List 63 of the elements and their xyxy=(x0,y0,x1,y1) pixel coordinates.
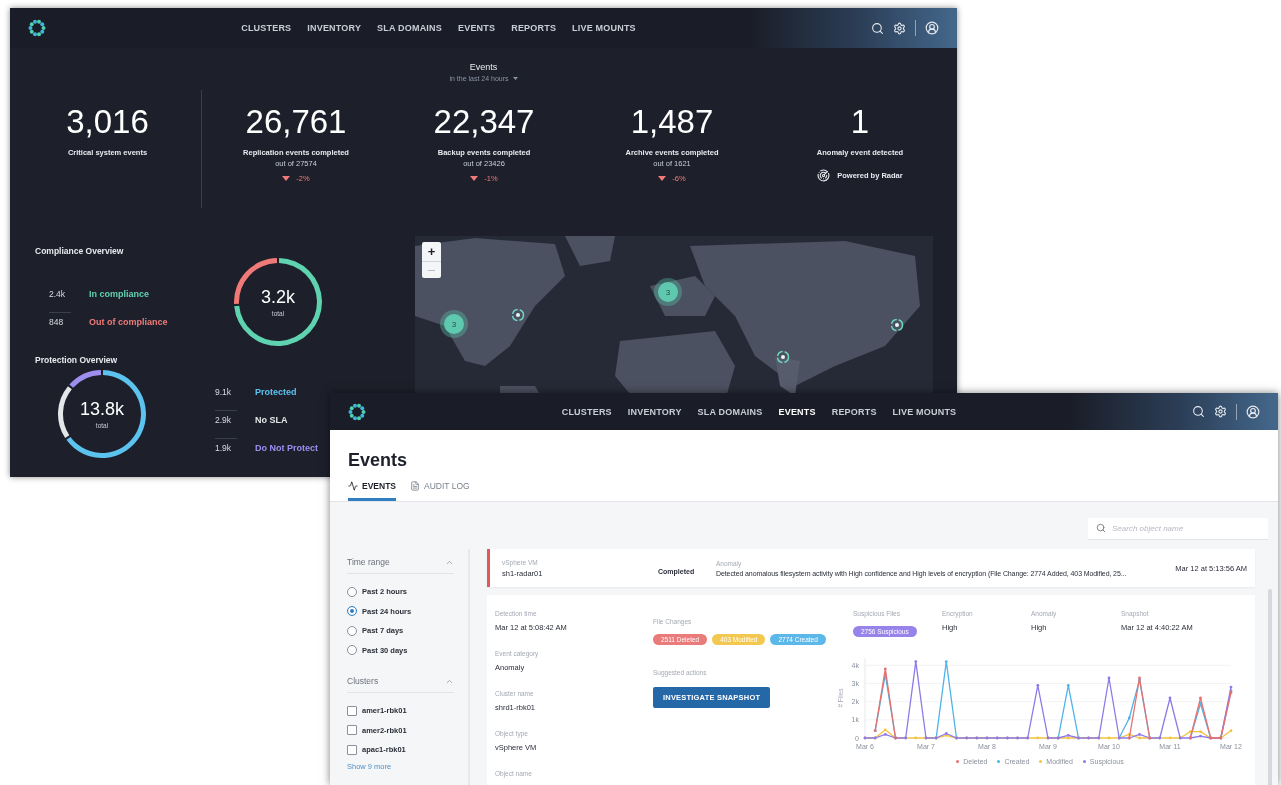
radio-button[interactable] xyxy=(347,645,357,656)
trend-down-icon xyxy=(470,176,479,181)
nav-link[interactable]: INVENTORY xyxy=(627,406,682,417)
nav-link[interactable]: REPORTS xyxy=(511,23,557,33)
nav-link[interactable]: CLUSTERS xyxy=(561,406,612,417)
legend-label: Do Not Protect xyxy=(255,442,318,453)
checkbox[interactable] xyxy=(347,744,357,755)
legend-label: Out of compliance xyxy=(89,316,168,327)
user-icon[interactable] xyxy=(925,21,939,35)
checkbox[interactable] xyxy=(347,705,357,716)
stat-value: 26,761 xyxy=(245,104,347,140)
legend-value: 2.4k xyxy=(49,288,67,299)
nav-link[interactable]: CLUSTERS xyxy=(241,23,292,33)
search-icon[interactable] xyxy=(871,21,884,35)
radar-icon xyxy=(817,169,831,182)
legend-label: Protected xyxy=(255,386,297,397)
nav-link[interactable]: REPORTS xyxy=(831,406,877,417)
checkbox[interactable] xyxy=(347,725,357,736)
page-title: Events xyxy=(348,450,409,471)
search-icon xyxy=(1096,523,1106,533)
legend-label: No SLA xyxy=(255,414,288,425)
trend-down-icon xyxy=(282,176,291,181)
donut-total: 13.8k xyxy=(79,399,124,420)
search-field[interactable]: Search object name xyxy=(1088,518,1268,540)
nav-link[interactable]: LIVE MOUNTS xyxy=(572,23,636,33)
stat-value: 3,016 xyxy=(66,104,149,140)
location-marker-icon xyxy=(776,350,790,364)
donut-total: 3.2k xyxy=(261,287,295,308)
location-marker-icon xyxy=(890,318,904,332)
tab[interactable]: AUDIT LOG xyxy=(410,481,470,501)
user-icon[interactable] xyxy=(1246,404,1260,419)
legend-label: In compliance xyxy=(89,288,150,299)
nav-link[interactable]: LIVE MOUNTS xyxy=(892,406,957,417)
nav-link[interactable]: SLA DOMAINS xyxy=(697,406,763,417)
stat-value: 1 xyxy=(850,104,870,140)
legend-value: 1.9k xyxy=(215,442,233,453)
settings-icon[interactable] xyxy=(1214,405,1227,418)
stat-value: 22,347 xyxy=(433,104,535,140)
legend-value: 9.1k xyxy=(215,386,233,397)
radio-button[interactable] xyxy=(347,606,357,617)
caret-down-icon[interactable] xyxy=(512,77,518,80)
nav-link[interactable]: EVENTS xyxy=(778,406,816,417)
nav-link[interactable]: SLA DOMAINS xyxy=(377,23,442,33)
search-icon[interactable] xyxy=(1192,405,1205,418)
nav-link[interactable]: EVENTS xyxy=(458,23,496,33)
stat-value: 1,487 xyxy=(630,104,714,140)
pulse-icon xyxy=(348,481,358,491)
document-icon xyxy=(410,481,420,491)
legend-value: 2.9k xyxy=(215,414,233,425)
section-title: Protection Overview xyxy=(34,355,119,365)
radio-button[interactable] xyxy=(347,586,357,597)
filter-title: Time range xyxy=(347,557,390,567)
radio-button[interactable] xyxy=(347,625,357,636)
nav-link[interactable]: INVENTORY xyxy=(307,23,362,33)
location-marker-icon xyxy=(511,308,525,322)
settings-icon[interactable] xyxy=(893,21,906,35)
logo-icon[interactable] xyxy=(348,402,366,421)
filter-title: Clusters xyxy=(347,676,379,686)
logo-icon[interactable] xyxy=(28,19,46,37)
trend-down-icon xyxy=(658,176,667,181)
legend-value: 848 xyxy=(49,316,65,327)
summary-title: Events xyxy=(469,62,498,72)
section-title: Compliance Overview xyxy=(34,246,125,256)
